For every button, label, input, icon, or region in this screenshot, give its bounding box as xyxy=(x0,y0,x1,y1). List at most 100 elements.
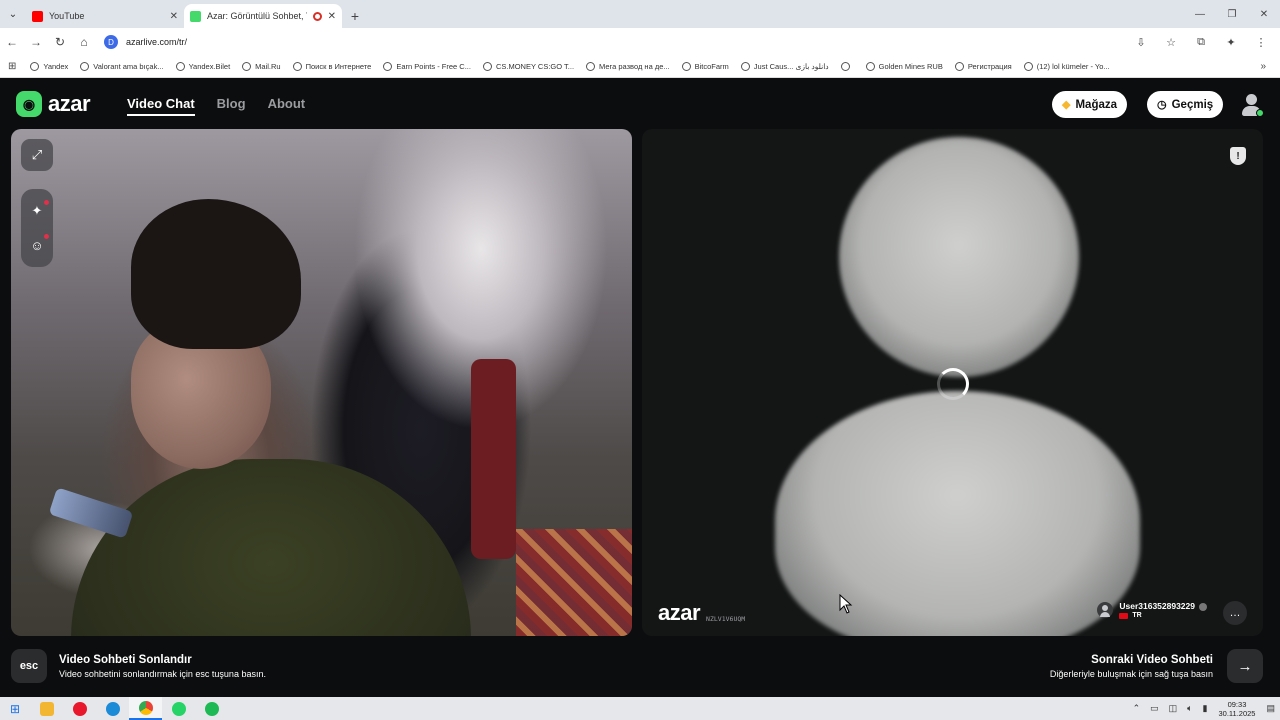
bookmark-item[interactable]: Мега развод на де... xyxy=(586,62,670,71)
loading-spinner-icon xyxy=(937,368,969,400)
globe-icon xyxy=(586,62,596,71)
bookmark-item[interactable]: Valorant ama bıçak... xyxy=(80,62,164,71)
back-icon[interactable]: ← xyxy=(0,35,24,49)
bookmark-item[interactable]: Yandex xyxy=(30,62,68,71)
azar-logo-icon: ◉ xyxy=(16,91,42,117)
end-chat-title: Video Sohbeti Sonlandır xyxy=(59,653,192,666)
tray-chevron-icon[interactable]: ⌃ xyxy=(1133,703,1141,714)
bookmark-item[interactable]: CS.MONEY CS:GO T... xyxy=(482,62,574,71)
azar-logo[interactable]: ◉ azar xyxy=(16,91,91,117)
browser-tab-bar: ⌄ YouTube ✕ Azar: Görüntülü Sohbet, Ye ✕… xyxy=(0,0,1280,28)
youtube-icon xyxy=(32,10,43,22)
taskbar-chrome[interactable] xyxy=(129,697,162,720)
turkey-flag-icon xyxy=(1119,612,1129,619)
bookmark-item[interactable] xyxy=(840,62,854,71)
restore-icon[interactable]: ❐ xyxy=(1216,0,1248,28)
next-chat-subtitle: Diğerleriyle buluşmak için sağ tuşa bası… xyxy=(1049,668,1213,679)
chat-button[interactable]: … xyxy=(1223,601,1247,625)
menu-dots-icon[interactable]: ⋮ xyxy=(1246,36,1276,49)
bookmark-item[interactable]: (12) lol kümeler - Yo... xyxy=(1023,62,1110,71)
battery-icon[interactable]: ▭ xyxy=(1150,703,1159,714)
extension-pin-icon[interactable]: ✦ xyxy=(1216,36,1246,49)
peer-avatar xyxy=(1097,602,1114,618)
windows-start-icon[interactable]: ⊞ xyxy=(0,702,30,716)
site-info-icon[interactable]: D xyxy=(104,35,118,49)
end-chat-subtitle: Video sohbetini sonlandırmak için esc tu… xyxy=(59,668,266,679)
window-controls: — ❐ ✕ xyxy=(1184,0,1280,28)
history-button[interactable]: ◷ Geçmiş xyxy=(1147,91,1224,118)
bookmark-item[interactable]: Earn Points - Free C... xyxy=(383,62,471,71)
globe-icon xyxy=(383,62,393,71)
forward-icon[interactable]: → xyxy=(24,35,48,49)
spotify-icon xyxy=(204,701,219,716)
placeholder-head xyxy=(839,137,1079,377)
whatsapp-icon xyxy=(171,701,186,716)
reload-icon[interactable]: ↻ xyxy=(48,35,72,49)
volume-icon[interactable]: 🔈︎ xyxy=(1187,703,1192,714)
clock-time: 09:33 xyxy=(1227,699,1247,709)
close-tab-icon[interactable]: ✕ xyxy=(170,11,178,22)
extensions-icon[interactable]: ⧉ xyxy=(1186,36,1216,49)
bookmark-star-icon[interactable]: ☆ xyxy=(1156,36,1186,49)
bookmark-item[interactable]: BitcoFarm xyxy=(681,62,729,71)
bookmark-item[interactable]: Регистрация xyxy=(954,62,1012,71)
peer-info[interactable]: User316352893229 TR xyxy=(1097,601,1207,619)
esc-key-button[interactable]: esc xyxy=(11,649,47,683)
url-text: azarlive.com/tr/ xyxy=(126,37,188,47)
watermark-logo: azar xyxy=(658,600,701,625)
report-shield-icon[interactable]: ! xyxy=(1230,147,1246,165)
apps-grid-icon[interactable]: ⊞ xyxy=(8,61,16,72)
taskbar-edge[interactable] xyxy=(96,697,129,720)
taskbar-whatsapp[interactable] xyxy=(162,697,195,720)
bookmark-item[interactable]: Golden Mines RUB xyxy=(865,62,943,71)
video-rug xyxy=(516,529,632,636)
tab-youtube[interactable]: YouTube ✕ xyxy=(26,4,184,28)
notification-dot xyxy=(44,234,49,239)
tab-azar[interactable]: Azar: Görüntülü Sohbet, Ye ✕ xyxy=(184,4,342,28)
chat-bubble-icon: … xyxy=(1229,607,1241,619)
next-chat-button[interactable]: → xyxy=(1227,649,1263,683)
globe-icon xyxy=(840,62,850,71)
placeholder-body xyxy=(775,391,1140,636)
effects-toolbar: ✦ ☺ xyxy=(21,189,53,267)
taskbar-opera[interactable] xyxy=(63,697,96,720)
site-header: ◉ azar Video Chat Blog About ◆ Mağaza ◷ … xyxy=(0,79,1280,129)
expand-video-button[interactable]: ⤢ xyxy=(21,139,53,171)
face-filter-button[interactable]: ☺ xyxy=(21,228,53,262)
globe-icon xyxy=(175,62,185,71)
globe-icon xyxy=(681,62,691,71)
expand-icon: ⤢ xyxy=(31,147,43,162)
bookmark-item[interactable]: Just Caus... دانلود بازی xyxy=(740,62,829,71)
new-tab-button[interactable]: + xyxy=(342,4,368,28)
edge-icon xyxy=(105,701,120,716)
close-window-icon[interactable]: ✕ xyxy=(1248,0,1280,28)
verified-icon xyxy=(1199,602,1207,611)
more-bookmarks-icon[interactable]: » xyxy=(1260,61,1266,72)
bookmark-item[interactable]: Yandex.Bilet xyxy=(175,62,230,71)
nav-video-chat[interactable]: Video Chat xyxy=(127,96,195,116)
system-clock[interactable]: 09:33 30.11.2025 xyxy=(1219,700,1256,718)
bookmark-item[interactable]: Mail.Ru xyxy=(242,62,281,71)
bookmark-item[interactable]: Поиск в Интернете xyxy=(292,62,371,71)
beauty-effects-button[interactable]: ✦ xyxy=(21,194,53,228)
tab-search-icon[interactable]: ⌄ xyxy=(0,0,26,28)
url-field[interactable]: D azarlive.com/tr/ xyxy=(104,31,1124,53)
install-app-icon[interactable]: ⇩ xyxy=(1126,36,1156,49)
globe-icon xyxy=(865,62,875,71)
video-phone xyxy=(48,487,134,539)
notifications-icon[interactable]: ▤ xyxy=(1266,703,1275,714)
microphone-icon[interactable]: ▮ xyxy=(1203,703,1208,714)
nav-blog[interactable]: Blog xyxy=(217,96,246,116)
nav-about[interactable]: About xyxy=(268,96,306,116)
profile-avatar[interactable] xyxy=(1240,93,1264,117)
minimize-icon[interactable]: — xyxy=(1184,0,1216,28)
taskbar-spotify[interactable] xyxy=(195,697,228,720)
close-tab-icon[interactable]: ✕ xyxy=(328,11,336,22)
store-button[interactable]: ◆ Mağaza xyxy=(1052,91,1128,118)
online-status-dot xyxy=(1256,109,1264,117)
logo-text: azar xyxy=(48,91,91,116)
home-icon[interactable]: ⌂ xyxy=(72,35,96,49)
taskbar-file-explorer[interactable] xyxy=(30,697,63,720)
network-icon[interactable]: ◫ xyxy=(1169,703,1178,714)
mouse-cursor-icon xyxy=(839,593,853,614)
